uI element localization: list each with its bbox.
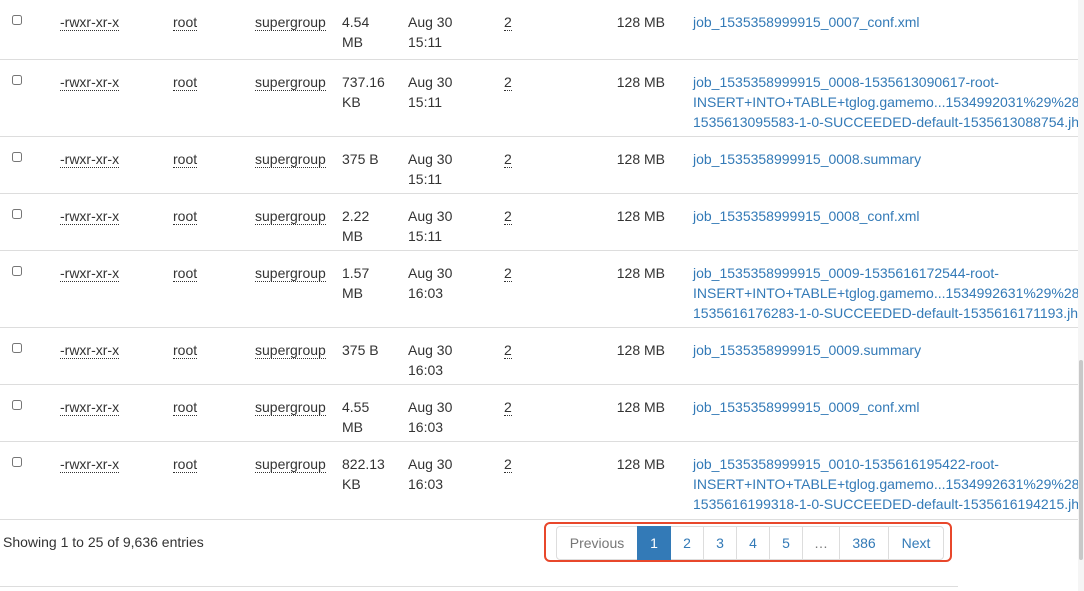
scrollbar-thumb[interactable] [1079,360,1083,560]
row-checkbox[interactable] [12,152,22,162]
replication-cell[interactable]: 2 [504,340,512,360]
block-size-cell: 128 MB [616,399,665,415]
table-row: -rwxr-xr-x root supergroup 4.54 MB Aug 30… [0,0,1084,60]
block-size-cell: 128 MB [616,14,665,30]
file-name-link[interactable]: job_1535358999915_0010-1535616195422-roo… [693,454,1084,514]
file-name-link[interactable]: job_1535358999915_0008-1535613090617-roo… [693,72,1084,132]
previous-button[interactable]: Previous [556,526,638,560]
file-name-link[interactable]: job_1535358999915_0009-1535616172544-roo… [693,263,1084,323]
permission-cell[interactable]: -rwxr-xr-x [60,454,120,474]
scrollbar[interactable] [1078,0,1084,591]
file-name-link[interactable]: job_1535358999915_0009.summary [693,340,1084,360]
group-cell[interactable]: supergroup [255,340,326,360]
owner-cell[interactable]: root [173,206,198,226]
size-cell: 4.54 MB [342,14,370,50]
block-size-cell: 128 MB [616,265,665,281]
size-cell: 822.13 KB [342,456,385,492]
owner-cell[interactable]: root [173,149,198,169]
permission-cell[interactable]: -rwxr-xr-x [60,72,120,92]
block-size-cell: 128 MB [616,456,665,472]
group-cell[interactable]: supergroup [255,12,326,32]
page-5-button[interactable]: 5 [769,526,803,560]
owner-cell[interactable]: root [173,454,198,474]
next-button[interactable]: Next [888,526,944,560]
row-checkbox[interactable] [12,266,22,276]
row-checkbox[interactable] [12,15,22,25]
row-checkbox[interactable] [12,343,22,353]
pagination: Previous 1 2 3 4 5 … 386 Next [556,526,944,560]
table-row: -rwxr-xr-x root supergroup 2.22 MB Aug 30… [0,194,1084,251]
replication-cell[interactable]: 2 [504,397,512,417]
size-cell: 4.55 MB [342,399,370,435]
row-checkbox[interactable] [12,400,22,410]
date-cell: Aug 30 16:03 [408,399,453,435]
row-checkbox[interactable] [12,75,22,85]
file-name-link[interactable]: job_1535358999915_0009_conf.xml [693,397,1084,417]
replication-cell[interactable]: 2 [504,149,512,169]
owner-cell[interactable]: root [173,263,198,283]
page-3-button[interactable]: 3 [703,526,737,560]
table-row: -rwxr-xr-x root supergroup 1.57 MB Aug 30… [0,251,1084,328]
block-size-cell: 128 MB [616,342,665,358]
ellipsis-page: … [802,526,840,560]
permission-cell[interactable]: -rwxr-xr-x [60,206,120,226]
group-cell[interactable]: supergroup [255,397,326,417]
permission-cell[interactable]: -rwxr-xr-x [60,12,120,32]
page-386-button[interactable]: 386 [839,526,889,560]
size-cell: 2.22 MB [342,208,370,244]
date-cell: Aug 30 15:11 [408,14,453,50]
page-4-button[interactable]: 4 [736,526,770,560]
table-info: Showing 1 to 25 of 9,636 entries [3,534,204,550]
table-row: -rwxr-xr-x root supergroup 822.13 KB Aug … [0,442,1084,520]
owner-cell[interactable]: root [173,340,198,360]
block-size-cell: 128 MB [616,74,665,90]
date-cell: Aug 30 16:03 [408,456,453,492]
replication-cell[interactable]: 2 [504,72,512,92]
group-cell[interactable]: supergroup [255,454,326,474]
size-cell: 737.16 KB [342,74,385,110]
size-cell: 1.57 MB [342,265,370,301]
file-name-link[interactable]: job_1535358999915_0008.summary [693,149,1084,169]
footer-divider [0,586,958,587]
permission-cell[interactable]: -rwxr-xr-x [60,263,120,283]
owner-cell[interactable]: root [173,397,198,417]
replication-cell[interactable]: 2 [504,206,512,226]
block-size-cell: 128 MB [616,151,665,167]
date-cell: Aug 30 16:03 [408,342,453,378]
date-cell: Aug 30 16:03 [408,265,453,301]
page-1-button[interactable]: 1 [637,526,671,560]
date-cell: Aug 30 15:11 [408,208,453,244]
owner-cell[interactable]: root [173,12,198,32]
row-checkbox[interactable] [12,457,22,467]
replication-cell[interactable]: 2 [504,454,512,474]
table-row: -rwxr-xr-x root supergroup 4.55 MB Aug 30… [0,385,1084,442]
page-2-button[interactable]: 2 [670,526,704,560]
permission-cell[interactable]: -rwxr-xr-x [60,340,120,360]
size-cell: 375 B [342,151,379,167]
group-cell[interactable]: supergroup [255,206,326,226]
table-row: -rwxr-xr-x root supergroup 737.16 KB Aug … [0,60,1084,137]
group-cell[interactable]: supergroup [255,263,326,283]
block-size-cell: 128 MB [616,208,665,224]
replication-cell[interactable]: 2 [504,263,512,283]
date-cell: Aug 30 15:11 [408,74,453,110]
size-cell: 375 B [342,342,379,358]
group-cell[interactable]: supergroup [255,149,326,169]
permission-cell[interactable]: -rwxr-xr-x [60,149,120,169]
table-row: -rwxr-xr-x root supergroup 375 B Aug 30 1… [0,328,1084,385]
file-name-link[interactable]: job_1535358999915_0008_conf.xml [693,206,1084,226]
permission-cell[interactable]: -rwxr-xr-x [60,397,120,417]
date-cell: Aug 30 15:11 [408,151,453,187]
file-table: -rwxr-xr-x root supergroup 4.54 MB Aug 30… [0,0,1084,520]
replication-cell[interactable]: 2 [504,12,512,32]
row-checkbox[interactable] [12,209,22,219]
group-cell[interactable]: supergroup [255,72,326,92]
file-name-link[interactable]: job_1535358999915_0007_conf.xml [693,12,1084,32]
owner-cell[interactable]: root [173,72,198,92]
table-row: -rwxr-xr-x root supergroup 375 B Aug 30 1… [0,137,1084,194]
